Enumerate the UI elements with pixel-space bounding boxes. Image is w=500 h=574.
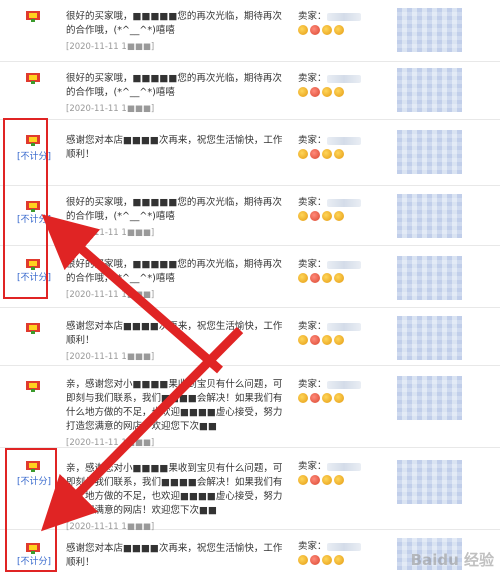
- arrow-to-lower-box: [41, 326, 244, 532]
- annotation-arrows: [41, 214, 244, 532]
- baidu-watermark: Baidu 经验: [410, 551, 494, 569]
- arrow-to-upper-box: [41, 214, 223, 374]
